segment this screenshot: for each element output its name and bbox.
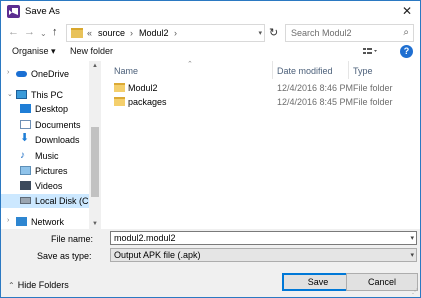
file-name-label: File name: [51, 234, 94, 244]
music-icon: ♪ [20, 150, 25, 162]
videos-icon [20, 181, 31, 191]
column-divider[interactable] [348, 61, 349, 79]
chevron-up-icon: ⌃ [8, 281, 15, 290]
search-placeholder: Search Modul2 [291, 28, 352, 38]
help-icon[interactable]: ? [400, 45, 413, 58]
command-bar: Organise ▾ New folder ? [1, 44, 420, 60]
address-bar[interactable]: « source › Modul2 › ▾ [66, 24, 265, 42]
breadcrumb-source[interactable]: source [98, 28, 125, 38]
hide-folders-label: Hide Folders [17, 280, 69, 290]
change-view-icon[interactable] [363, 47, 377, 57]
desktop-icon [20, 104, 31, 114]
save-type-value: Output APK file (.apk) [114, 250, 201, 260]
scrollbar-thumb[interactable] [91, 127, 99, 197]
sidebar-item-music[interactable]: ♪ Music [20, 149, 59, 163]
save-type-select[interactable]: Output APK file (.apk) ▾ [110, 248, 417, 262]
file-row[interactable]: packages 12/4/2016 8:45 PM File folder [110, 96, 414, 109]
file-date: 12/4/2016 8:46 PM [277, 83, 354, 93]
save-as-dialog: Save As ✕ ← → ⌄ ↑ « source › Modul2 › ▾ … [0, 0, 421, 298]
file-name: Modul2 [128, 83, 158, 93]
scroll-up-icon[interactable]: ▲ [92, 63, 98, 69]
visual-studio-icon [7, 5, 20, 18]
disk-icon [20, 197, 31, 205]
column-divider[interactable] [272, 61, 273, 79]
save-button[interactable]: Save [282, 273, 354, 291]
window-title: Save As [25, 6, 60, 17]
file-type: File folder [353, 97, 393, 107]
breadcrumb-overflow[interactable]: « [87, 28, 92, 38]
collapse-arrow-icon[interactable]: ⌄ [7, 90, 13, 98]
navigation-bar: ← → ⌄ ↑ « source › Modul2 › ▾ ↻ Search M… [1, 22, 420, 44]
file-row[interactable]: Modul2 12/4/2016 8:46 PM File folder [110, 82, 414, 95]
folder-icon [114, 97, 125, 106]
sidebar-item-desktop[interactable]: Desktop [20, 102, 68, 116]
hide-folders-toggle[interactable]: ⌃ Hide Folders [8, 280, 69, 290]
organise-button[interactable]: Organise ▾ [12, 46, 56, 57]
forward-arrow-icon[interactable]: → [24, 26, 35, 38]
search-icon: ⌕ [403, 27, 409, 38]
sidebar-item-onedrive[interactable]: OneDrive [16, 67, 69, 81]
computer-icon [16, 90, 27, 100]
column-header-name[interactable]: Name [114, 66, 138, 76]
sidebar-item-local-disk[interactable]: Local Disk (C:) [1, 194, 94, 208]
chevron-down-icon[interactable]: ▾ [410, 250, 414, 262]
file-list: ⌃ Name Date modified Type Modul2 12/4/20… [102, 61, 420, 229]
cancel-button[interactable]: Cancel [346, 273, 418, 291]
sidebar-item-pictures[interactable]: Pictures [20, 164, 68, 178]
onedrive-icon [16, 70, 27, 77]
title-bar: Save As ✕ [1, 1, 420, 22]
resize-grip-icon[interactable]: ⋰ [412, 288, 418, 295]
chevron-right-icon: › [174, 28, 177, 38]
sort-ascending-icon: ⌃ [187, 61, 193, 68]
navigation-pane: OneDrive This PC Desktop Documents ⬇ Down… [1, 61, 101, 229]
back-arrow-icon[interactable]: ← [8, 26, 19, 38]
file-name-field[interactable]: modul2.modul2 ▾ [110, 231, 417, 245]
file-type: File folder [353, 83, 393, 93]
sidebar-item-network[interactable]: Network [16, 215, 64, 229]
file-name-value: modul2.modul2 [114, 233, 176, 243]
breadcrumb-modul2[interactable]: Modul2 [139, 28, 169, 38]
sidebar-item-documents[interactable]: Documents [20, 118, 81, 132]
chevron-right-icon: › [130, 28, 133, 38]
column-header-type[interactable]: Type [353, 66, 373, 76]
sidebar-item-videos[interactable]: Videos [20, 179, 62, 193]
chevron-down-icon[interactable]: ▾ [410, 233, 414, 245]
new-folder-button[interactable]: New folder [70, 46, 113, 56]
file-date: 12/4/2016 8:45 PM [277, 97, 354, 107]
recent-locations-dropdown-icon[interactable]: ⌄ [40, 29, 47, 38]
sidebar-item-this-pc[interactable]: This PC [16, 88, 63, 102]
file-name: packages [128, 97, 167, 107]
scroll-down-icon[interactable]: ▼ [92, 221, 98, 227]
downloads-icon: ⬇ [20, 132, 30, 145]
up-arrow-icon[interactable]: ↑ [52, 26, 58, 38]
save-type-label: Save as type: [37, 251, 92, 261]
save-options-panel: File name: modul2.modul2 ▾ Save as type:… [1, 229, 420, 297]
search-box[interactable]: Search Modul2 ⌕ [285, 24, 414, 42]
network-icon [16, 217, 27, 227]
folder-icon [114, 83, 125, 92]
sidebar-scrollbar[interactable]: ▲ ▼ [89, 61, 100, 229]
expand-arrow-icon[interactable]: › [7, 217, 9, 224]
chevron-down-icon[interactable]: ▾ [258, 29, 262, 37]
documents-icon [20, 120, 31, 130]
sidebar-item-downloads[interactable]: ⬇ Downloads [20, 133, 80, 147]
close-icon[interactable]: ✕ [402, 4, 412, 18]
refresh-icon[interactable]: ↻ [269, 26, 283, 40]
folder-icon [71, 28, 83, 38]
expand-arrow-icon[interactable]: › [7, 69, 9, 76]
pictures-icon [20, 166, 31, 176]
column-header-date[interactable]: Date modified [277, 66, 333, 76]
